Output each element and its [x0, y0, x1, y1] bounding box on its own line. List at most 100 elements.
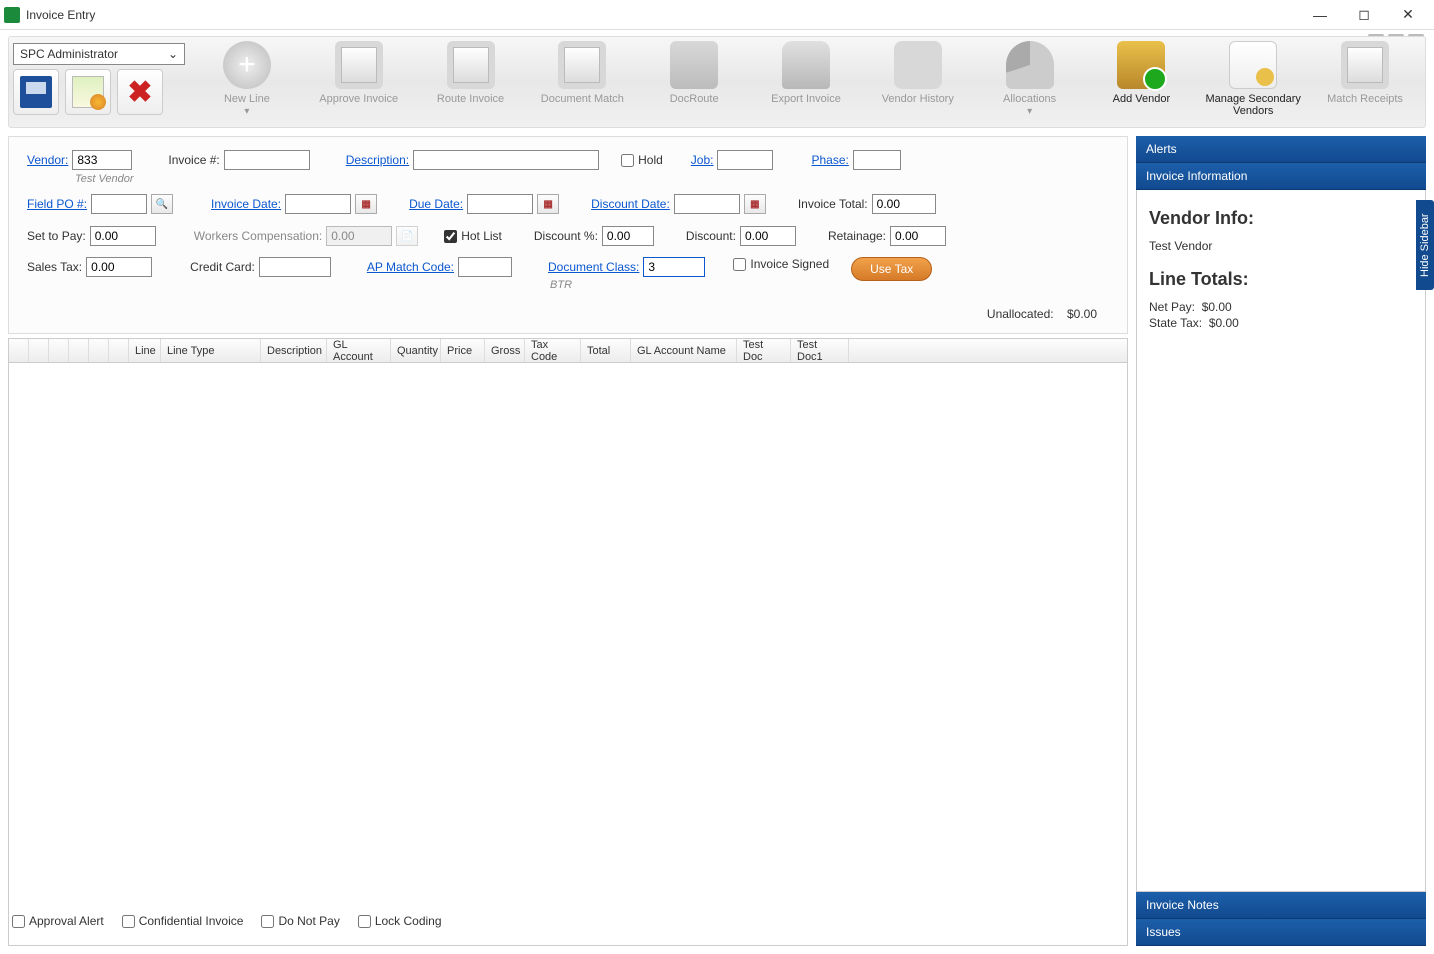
alerts-header[interactable]: Alerts — [1136, 136, 1426, 163]
grid-selector-cell[interactable] — [69, 339, 89, 362]
vendor-label[interactable]: Vendor: — [27, 153, 68, 167]
sales-tax-input[interactable] — [86, 257, 152, 277]
hold-checkbox[interactable] — [621, 154, 634, 167]
doc-class-label[interactable]: Document Class: — [548, 260, 639, 274]
footer-confidential-invoice[interactable]: Confidential Invoice — [122, 914, 244, 928]
export-icon — [782, 41, 830, 89]
issues-header[interactable]: Issues — [1136, 919, 1426, 946]
grid-header-tax-code[interactable]: Tax Code — [525, 339, 581, 362]
invoice-date-label[interactable]: Invoice Date: — [211, 197, 281, 211]
grid-selector-cell[interactable] — [9, 339, 29, 362]
maximize-button[interactable]: ◻ — [1342, 1, 1386, 29]
grid-selector-cell[interactable] — [49, 339, 69, 362]
footer-approval-alert[interactable]: Approval Alert — [12, 914, 104, 928]
docroute-icon — [670, 41, 718, 89]
expand-icon[interactable]: ▾ — [244, 106, 249, 117]
footer-checkbox[interactable] — [358, 915, 371, 928]
discount-date-input[interactable] — [674, 194, 740, 214]
grid-selector-cell[interactable] — [89, 339, 109, 362]
grid-header-quantity[interactable]: Quantity — [391, 339, 441, 362]
hot-list-checkbox[interactable] — [444, 230, 457, 243]
invoice-total-input[interactable] — [872, 194, 936, 214]
ribbon-add-vendor[interactable]: Add Vendor — [1091, 41, 1191, 105]
vendor-input[interactable] — [72, 150, 132, 170]
due-date-label[interactable]: Due Date: — [409, 197, 463, 211]
grid-header-gl-account[interactable]: GL Account — [327, 339, 391, 362]
grid-selector-cell[interactable] — [29, 339, 49, 362]
footer-lock-coding[interactable]: Lock Coding — [358, 914, 442, 928]
use-tax-button[interactable]: Use Tax — [851, 257, 932, 281]
invoice-signed-label: Invoice Signed — [750, 257, 829, 271]
field-po-lookup-button[interactable]: 🔍 — [151, 194, 173, 214]
close-button[interactable]: ✕ — [1386, 1, 1430, 29]
set-to-pay-input[interactable] — [90, 226, 156, 246]
ribbon-route-invoice[interactable]: Route Invoice — [421, 41, 521, 105]
retainage-input[interactable] — [890, 226, 946, 246]
phase-label[interactable]: Phase: — [811, 153, 848, 167]
footer-checkbox[interactable] — [122, 915, 135, 928]
ribbon-match-receipts[interactable]: Match Receipts — [1315, 41, 1415, 105]
grid-header-gross[interactable]: Gross — [485, 339, 525, 362]
ribbon-vendor-history[interactable]: Vendor History — [868, 41, 968, 105]
footer-checkbox[interactable] — [12, 915, 25, 928]
discount-date-calendar-button[interactable]: ▦ — [744, 194, 766, 214]
description-input[interactable] — [413, 150, 599, 170]
discount-date-label[interactable]: Discount Date: — [591, 197, 670, 211]
grid-header-price[interactable]: Price — [441, 339, 485, 362]
phase-input[interactable] — [853, 150, 901, 170]
hide-sidebar-tab[interactable]: Hide Sidebar — [1416, 200, 1434, 290]
lines-grid[interactable]: LineLine TypeDescriptionGL AccountQuanti… — [8, 338, 1128, 946]
grid-header-line-type[interactable]: Line Type — [161, 339, 261, 362]
ribbon-docroute[interactable]: DocRoute — [644, 41, 744, 105]
ribbon-new-line[interactable]: New Line▾ — [197, 41, 297, 105]
sales-tax-label: Sales Tax: — [27, 260, 82, 274]
ap-match-label[interactable]: AP Match Code: — [367, 260, 454, 274]
doc-class-input[interactable] — [643, 257, 705, 277]
discount-input[interactable] — [740, 226, 796, 246]
invoice-notes-header[interactable]: Invoice Notes — [1136, 892, 1426, 919]
chevron-down-icon: ⌄ — [168, 47, 178, 61]
description-label[interactable]: Description: — [346, 153, 409, 167]
footer-label: Confidential Invoice — [139, 914, 244, 928]
invoice-num-input[interactable] — [224, 150, 310, 170]
credit-card-input[interactable] — [259, 257, 331, 277]
ribbon-manage-secondary-vendors[interactable]: Manage Secondary Vendors — [1203, 41, 1303, 117]
field-po-label[interactable]: Field PO #: — [27, 197, 87, 211]
expand-icon[interactable]: ▾ — [1027, 106, 1032, 117]
grid-header-description[interactable]: Description — [261, 339, 327, 362]
unallocated-value: $0.00 — [1067, 307, 1097, 321]
invoice-date-input[interactable] — [285, 194, 351, 214]
grid-header-total[interactable]: Total — [581, 339, 631, 362]
workers-comp-detail-button[interactable]: 📄 — [396, 226, 418, 246]
ap-match-input[interactable] — [458, 257, 512, 277]
grid-header-line[interactable]: Line — [129, 339, 161, 362]
footer-do-not-pay[interactable]: Do Not Pay — [261, 914, 339, 928]
job-label[interactable]: Job: — [691, 153, 714, 167]
due-date-calendar-button[interactable]: ▦ — [537, 194, 559, 214]
ribbon-approve-invoice[interactable]: Approve Invoice — [309, 41, 409, 105]
grid-header-test-doc1[interactable]: Test Doc1 — [791, 339, 849, 362]
grid-selector-cell[interactable] — [109, 339, 129, 362]
grid-header-test-doc[interactable]: Test Doc — [737, 339, 791, 362]
ribbon-allocations[interactable]: Allocations▾ — [980, 41, 1080, 105]
field-po-input[interactable] — [91, 194, 147, 214]
discount-pct-input[interactable] — [602, 226, 654, 246]
invoice-signed-checkbox[interactable] — [733, 258, 746, 271]
grid-header-gl-account-name[interactable]: GL Account Name — [631, 339, 737, 362]
discount-label: Discount: — [686, 229, 736, 243]
footer-checkbar: Approval Alert Confidential Invoice Do Not… — [12, 914, 442, 928]
due-date-input[interactable] — [467, 194, 533, 214]
footer-checkbox[interactable] — [261, 915, 274, 928]
copy-invoice-button[interactable] — [65, 69, 111, 115]
save-button[interactable] — [13, 69, 59, 115]
job-input[interactable] — [717, 150, 773, 170]
user-dropdown[interactable]: SPC Administrator ⌄ — [13, 43, 185, 65]
minimize-button[interactable]: — — [1298, 1, 1342, 29]
invoice-info-header[interactable]: Invoice Information — [1136, 163, 1426, 190]
ribbon-document-match[interactable]: Document Match — [532, 41, 632, 105]
delete-button[interactable]: ✖ — [117, 69, 163, 115]
hold-label: Hold — [638, 153, 663, 167]
invoice-date-calendar-button[interactable]: ▦ — [355, 194, 377, 214]
ribbon-export-invoice[interactable]: Export Invoice — [756, 41, 856, 105]
receipt-icon — [1341, 41, 1389, 89]
